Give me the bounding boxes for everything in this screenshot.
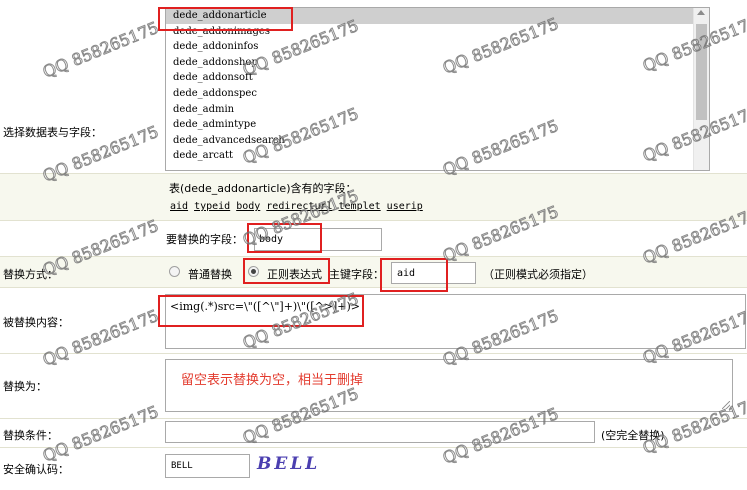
captcha-text: BELL	[257, 454, 321, 474]
primary-key-input[interactable]: aid	[391, 262, 476, 284]
mode-regex-radio[interactable]	[248, 266, 259, 277]
mode-normal-label: 普通替换	[188, 268, 232, 281]
primary-key-label: 主键字段：	[329, 268, 384, 281]
table-list-item[interactable]: dede_addonshop	[166, 55, 709, 71]
mode-normal-radio[interactable]	[169, 266, 180, 277]
field-link-redirecturl[interactable]: redirecturl	[266, 201, 332, 212]
scroll-up-arrow-icon[interactable]	[697, 10, 705, 15]
replace-condition-input[interactable]	[165, 421, 595, 443]
watermark-text: QQ 858265175	[39, 17, 162, 82]
divider	[0, 418, 747, 419]
table-list-items: dede_addonarticle dede_addonimages dede_ad…	[166, 8, 709, 164]
table-list-item[interactable]: dede_addonspec	[166, 86, 709, 102]
fields-heading: 表(dede_addonarticle)含有的字段：	[169, 182, 357, 195]
replace-with-label: 替换为：	[3, 380, 47, 393]
replace-with-textarea[interactable]: 留空表示替换为空，相当于删掉	[165, 359, 733, 412]
divider	[0, 256, 747, 257]
table-list-item[interactable]: dede_admintype	[166, 117, 709, 133]
divider	[0, 287, 747, 288]
security-code-value: BELL	[171, 461, 193, 471]
replaced-content-label: 被替换内容：	[3, 316, 69, 329]
captcha-image[interactable]: BELL	[255, 451, 317, 479]
mode-regex-label: 正则表达式	[267, 268, 322, 281]
table-list-item[interactable]: dede_advancedsearch	[166, 133, 709, 149]
condition-note: (空完全替换)	[601, 429, 665, 442]
watermark-text: QQ 858265175	[39, 401, 162, 466]
field-link-aid[interactable]: aid	[170, 201, 188, 212]
field-link-typeid[interactable]: typeid	[194, 201, 230, 212]
regex-note: （正则模式必须指定）	[483, 268, 593, 281]
scroll-thumb[interactable]	[696, 24, 707, 120]
replaced-content-textarea[interactable]: <img(.*)src=\"([^\"]+)\"([^>]+)>	[165, 294, 746, 349]
select-table-label: 选择数据表与字段：	[3, 126, 102, 139]
table-list-item[interactable]: dede_addonimages	[166, 24, 709, 40]
replaced-content-value: <img(.*)src=\"([^\"]+)\"([^>]+)>	[170, 300, 360, 313]
resize-grip-icon[interactable]	[722, 401, 730, 409]
table-list-item[interactable]: dede_addonarticle	[166, 8, 709, 24]
field-link-templet[interactable]: templet	[339, 201, 381, 212]
divider	[0, 447, 747, 448]
field-links: aid typeid body redirecturl templet userip	[170, 201, 429, 212]
table-list-item[interactable]: dede_addonsoft	[166, 70, 709, 86]
replace-with-annotation: 留空表示替换为空，相当于删掉	[181, 373, 364, 388]
security-code-input[interactable]: BELL	[165, 454, 250, 478]
primary-key-value: aid	[397, 268, 416, 279]
replace-field-value: body	[259, 234, 284, 245]
replace-mode-label: 替换方式：	[3, 268, 58, 281]
field-link-userip[interactable]: userip	[387, 201, 423, 212]
replace-condition-label: 替换条件：	[3, 429, 58, 442]
divider	[0, 353, 747, 354]
replace-field-label: 要替换的字段：	[166, 233, 243, 246]
field-link-body[interactable]: body	[236, 201, 260, 212]
table-list-item[interactable]: dede_addoninfos	[166, 39, 709, 55]
fields-info-band	[0, 174, 747, 220]
divider	[0, 173, 747, 174]
listbox-scrollbar[interactable]	[693, 8, 709, 170]
table-list-item[interactable]: dede_admin	[166, 102, 709, 118]
table-listbox[interactable]: dede_addonarticle dede_addonimages dede_ad…	[165, 7, 710, 171]
replace-field-input[interactable]: body	[254, 228, 382, 251]
table-list-item[interactable]: dede_arcatt	[166, 148, 709, 164]
divider	[0, 220, 747, 221]
security-code-label: 安全确认码：	[3, 463, 69, 476]
